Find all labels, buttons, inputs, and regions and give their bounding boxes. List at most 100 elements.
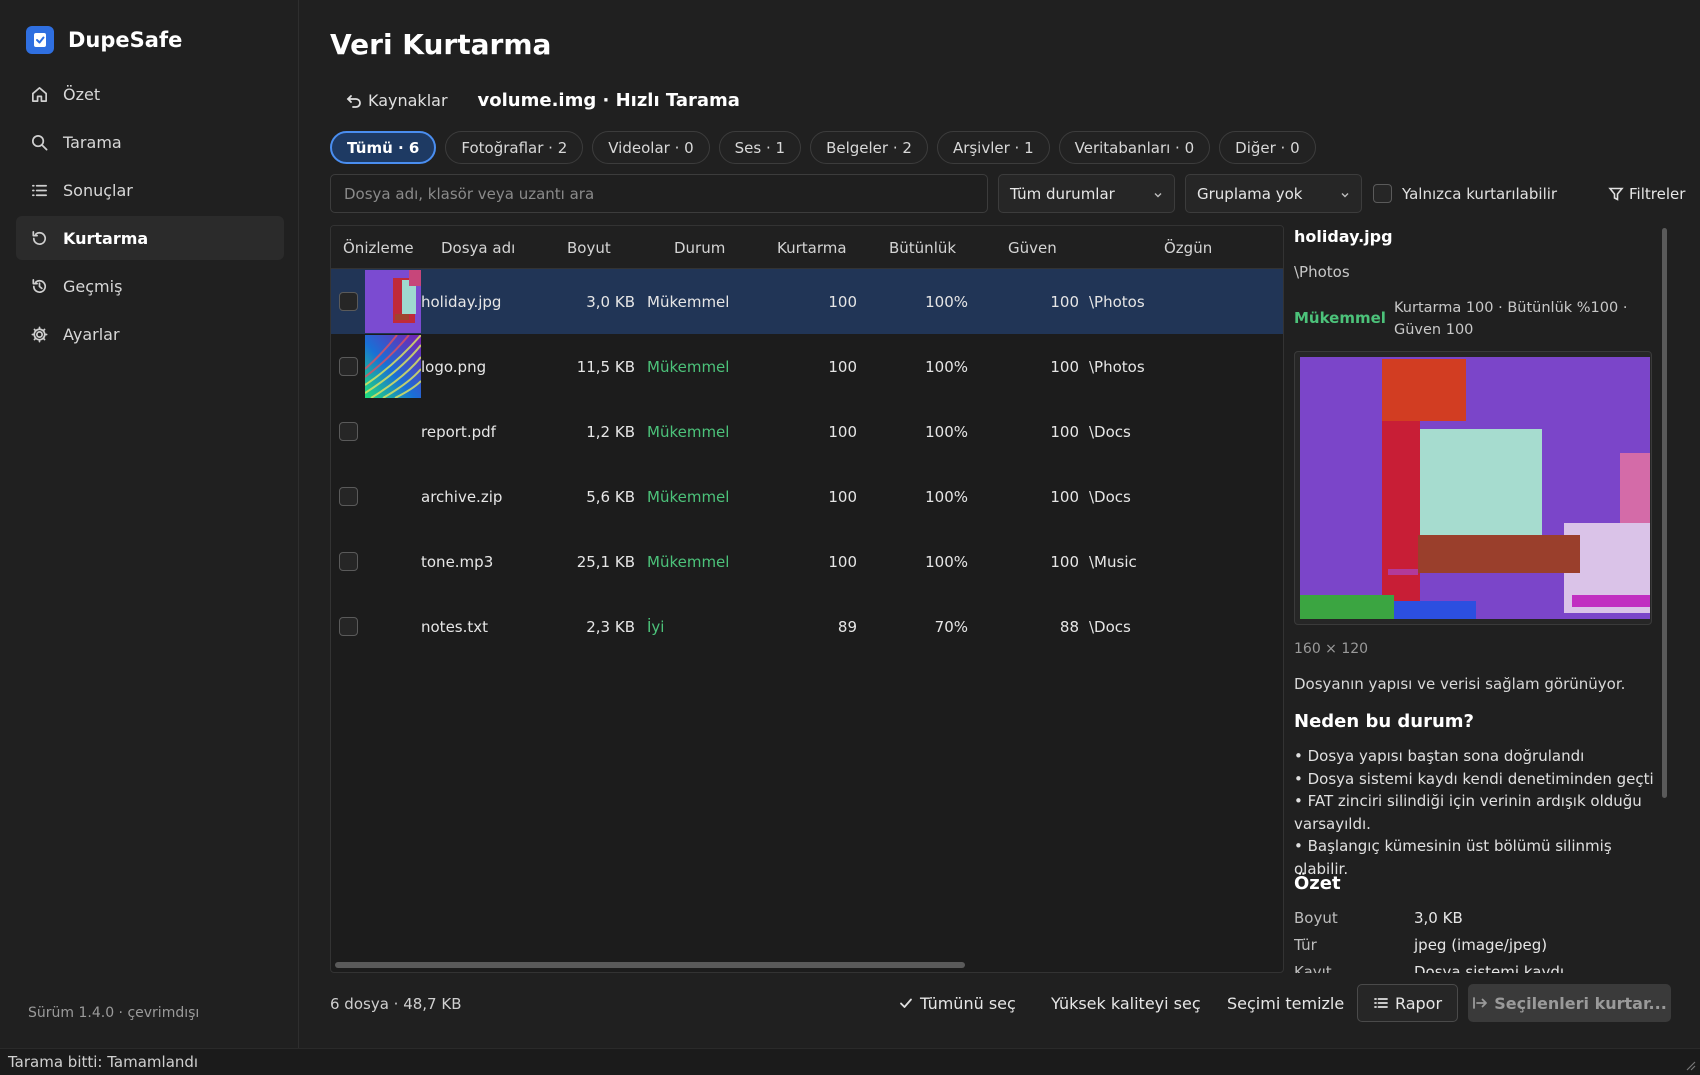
thumbnail-image [365, 335, 421, 398]
summary-value: Dosya sistemi kaydı [1414, 963, 1565, 973]
summary-heading: Özet [1294, 873, 1341, 894]
main-content: Veri Kurtarma Kaynaklar volume.img · Hız… [300, 0, 1700, 1048]
sidebar-item-ozet[interactable]: Özet [16, 72, 284, 116]
file-integrity: 100% [925, 357, 968, 376]
sidebar-item-tarama[interactable]: Tarama [16, 120, 284, 164]
detail-file-name: holiday.jpg [1294, 227, 1393, 246]
tab-all[interactable]: Tümü · 6 [330, 131, 437, 164]
detail-dimensions: 160 × 120 [1294, 641, 1369, 657]
filter-icon [1608, 187, 1624, 201]
export-arrow-icon [1473, 997, 1488, 1009]
file-status: Mükemmel [647, 357, 730, 376]
row-checkbox[interactable] [339, 292, 358, 311]
file-path: \Photos [1089, 357, 1145, 376]
tab-photos[interactable]: Fotoğraflar · 2 [445, 131, 584, 164]
thumbnail-image [365, 270, 421, 333]
file-confidence: 100 [1050, 292, 1079, 311]
file-name: archive.zip [421, 487, 503, 506]
only-recoverable-label: Yalnızca kurtarılabilir [1402, 184, 1558, 203]
table-header: Önizleme Dosya adı Boyut Durum Kurtarma … [331, 226, 1283, 269]
tab-other[interactable]: Diğer · 0 [1219, 131, 1316, 164]
summary-value: 3,0 KB [1414, 909, 1463, 927]
tab-audio[interactable]: Ses · 1 [718, 131, 802, 164]
table-row[interactable]: tone.mp3 25,1 KB Mükemmel 100 100% 100 \… [331, 529, 1283, 594]
brand: DupeSafe [26, 26, 182, 54]
column-status[interactable]: Durum [674, 239, 725, 257]
row-checkbox[interactable] [339, 617, 358, 636]
detail-vertical-scrollbar[interactable] [1662, 228, 1667, 798]
sidebar-item-ayarlar[interactable]: Ayarlar [16, 312, 284, 356]
sidebar-nav: Özet Tarama Sonuçlar Kurtarma Geçmiş Aya… [16, 72, 284, 360]
clear-selection-button[interactable]: Seçimi temizle [1227, 984, 1344, 1022]
only-recoverable-toggle[interactable]: Yalnızca kurtarılabilir [1373, 174, 1557, 213]
only-recoverable-checkbox[interactable] [1373, 184, 1392, 203]
file-size: 11,5 KB [576, 357, 635, 376]
home-icon [31, 86, 48, 102]
tab-videos[interactable]: Videolar · 0 [592, 131, 710, 164]
tab-databases[interactable]: Veritabanları · 0 [1058, 131, 1211, 164]
report-button[interactable]: Rapor [1357, 984, 1458, 1022]
sidebar-item-kurtarma[interactable]: Kurtarma [16, 216, 284, 260]
table-row[interactable]: logo.png 11,5 KB Mükemmel 100 100% 100 \… [331, 334, 1283, 399]
horizontal-scrollbar[interactable] [335, 962, 965, 968]
sidebar-item-label: Geçmiş [63, 276, 123, 296]
row-checkbox[interactable] [339, 357, 358, 376]
file-integrity: 100% [925, 422, 968, 441]
tab-documents[interactable]: Belgeler · 2 [810, 131, 928, 164]
file-count-summary: 6 dosya · 48,7 KB [330, 995, 462, 1013]
sidebar-item-label: Ayarlar [63, 324, 120, 344]
column-confidence[interactable]: Güven [1008, 239, 1057, 257]
chevron-down-icon [1154, 193, 1162, 198]
column-preview[interactable]: Önizleme [343, 239, 414, 257]
list-item: • Dosya yapısı baştan sona doğrulandı [1294, 747, 1585, 765]
file-path: \Docs [1089, 617, 1131, 636]
file-path: \Docs [1089, 487, 1131, 506]
sidebar-item-sonuclar[interactable]: Sonuçlar [16, 168, 284, 212]
row-checkbox[interactable] [339, 422, 358, 441]
file-name: report.pdf [421, 422, 496, 441]
file-name: tone.mp3 [421, 552, 494, 571]
filters-button[interactable]: Filtreler [1608, 174, 1685, 213]
column-filename[interactable]: Dosya adı [441, 239, 515, 257]
file-recovery: 100 [828, 357, 857, 376]
summary-key: Tür [1294, 936, 1317, 954]
status-filter-value: Tüm durumlar [1010, 184, 1115, 203]
column-original-path[interactable]: Özgün [1164, 239, 1212, 257]
file-confidence: 100 [1050, 357, 1079, 376]
recover-selected-button[interactable]: Seçilenleri kurtar... [1468, 984, 1671, 1022]
resize-grip-icon[interactable] [1684, 1059, 1696, 1071]
select-all-button[interactable]: Tümünü seç [898, 984, 1016, 1022]
summary-value: jpeg (image/jpeg) [1414, 936, 1548, 954]
detail-description: Dosyanın yapısı ve verisi sağlam görünüy… [1294, 675, 1626, 693]
sidebar-item-gecmis[interactable]: Geçmiş [16, 264, 284, 308]
chevron-down-icon [1341, 193, 1349, 198]
back-to-sources-button[interactable]: Kaynaklar [346, 91, 448, 110]
status-filter-select[interactable]: Tüm durumlar [998, 174, 1175, 213]
column-size[interactable]: Boyut [567, 239, 611, 257]
column-recovery[interactable]: Kurtarma [777, 239, 847, 257]
file-name: notes.txt [421, 617, 489, 636]
search-input[interactable] [330, 174, 988, 213]
file-recovery: 100 [828, 487, 857, 506]
row-checkbox[interactable] [339, 552, 358, 571]
detail-status-badge: Mükemmel [1294, 309, 1386, 327]
column-integrity[interactable]: Bütünlük [889, 239, 956, 257]
table-row[interactable]: report.pdf 1,2 KB Mükemmel 100 100% 100 … [331, 399, 1283, 464]
file-confidence: 100 [1050, 552, 1079, 571]
sidebar: DupeSafe Özet Tarama Sonuçlar Kurtarma G… [0, 0, 299, 1048]
row-checkbox[interactable] [339, 487, 358, 506]
summary-key: Boyut [1294, 909, 1338, 927]
select-high-quality-button[interactable]: Yüksek kaliteyi seç [1051, 984, 1201, 1022]
file-recovery: 100 [828, 552, 857, 571]
table-row[interactable]: archive.zip 5,6 KB Mükemmel 100 100% 100… [331, 464, 1283, 529]
table-row[interactable]: notes.txt 2,3 KB İyi 89 70% 88 \Docs [331, 594, 1283, 659]
table-row[interactable]: holiday.jpg 3,0 KB Mükemmel 100 100% 100… [331, 269, 1283, 334]
file-integrity: 100% [925, 292, 968, 311]
tab-archives[interactable]: Arşivler · 1 [936, 131, 1050, 164]
version-label: Sürüm 1.4.0 · çevrimdışı [28, 1005, 200, 1021]
list-item: • FAT zinciri silindiği için verinin ard… [1294, 792, 1642, 833]
file-status: İyi [647, 617, 665, 636]
restore-icon [32, 230, 47, 245]
grouping-select[interactable]: Gruplama yok [1185, 174, 1362, 213]
file-status: Mükemmel [647, 422, 730, 441]
